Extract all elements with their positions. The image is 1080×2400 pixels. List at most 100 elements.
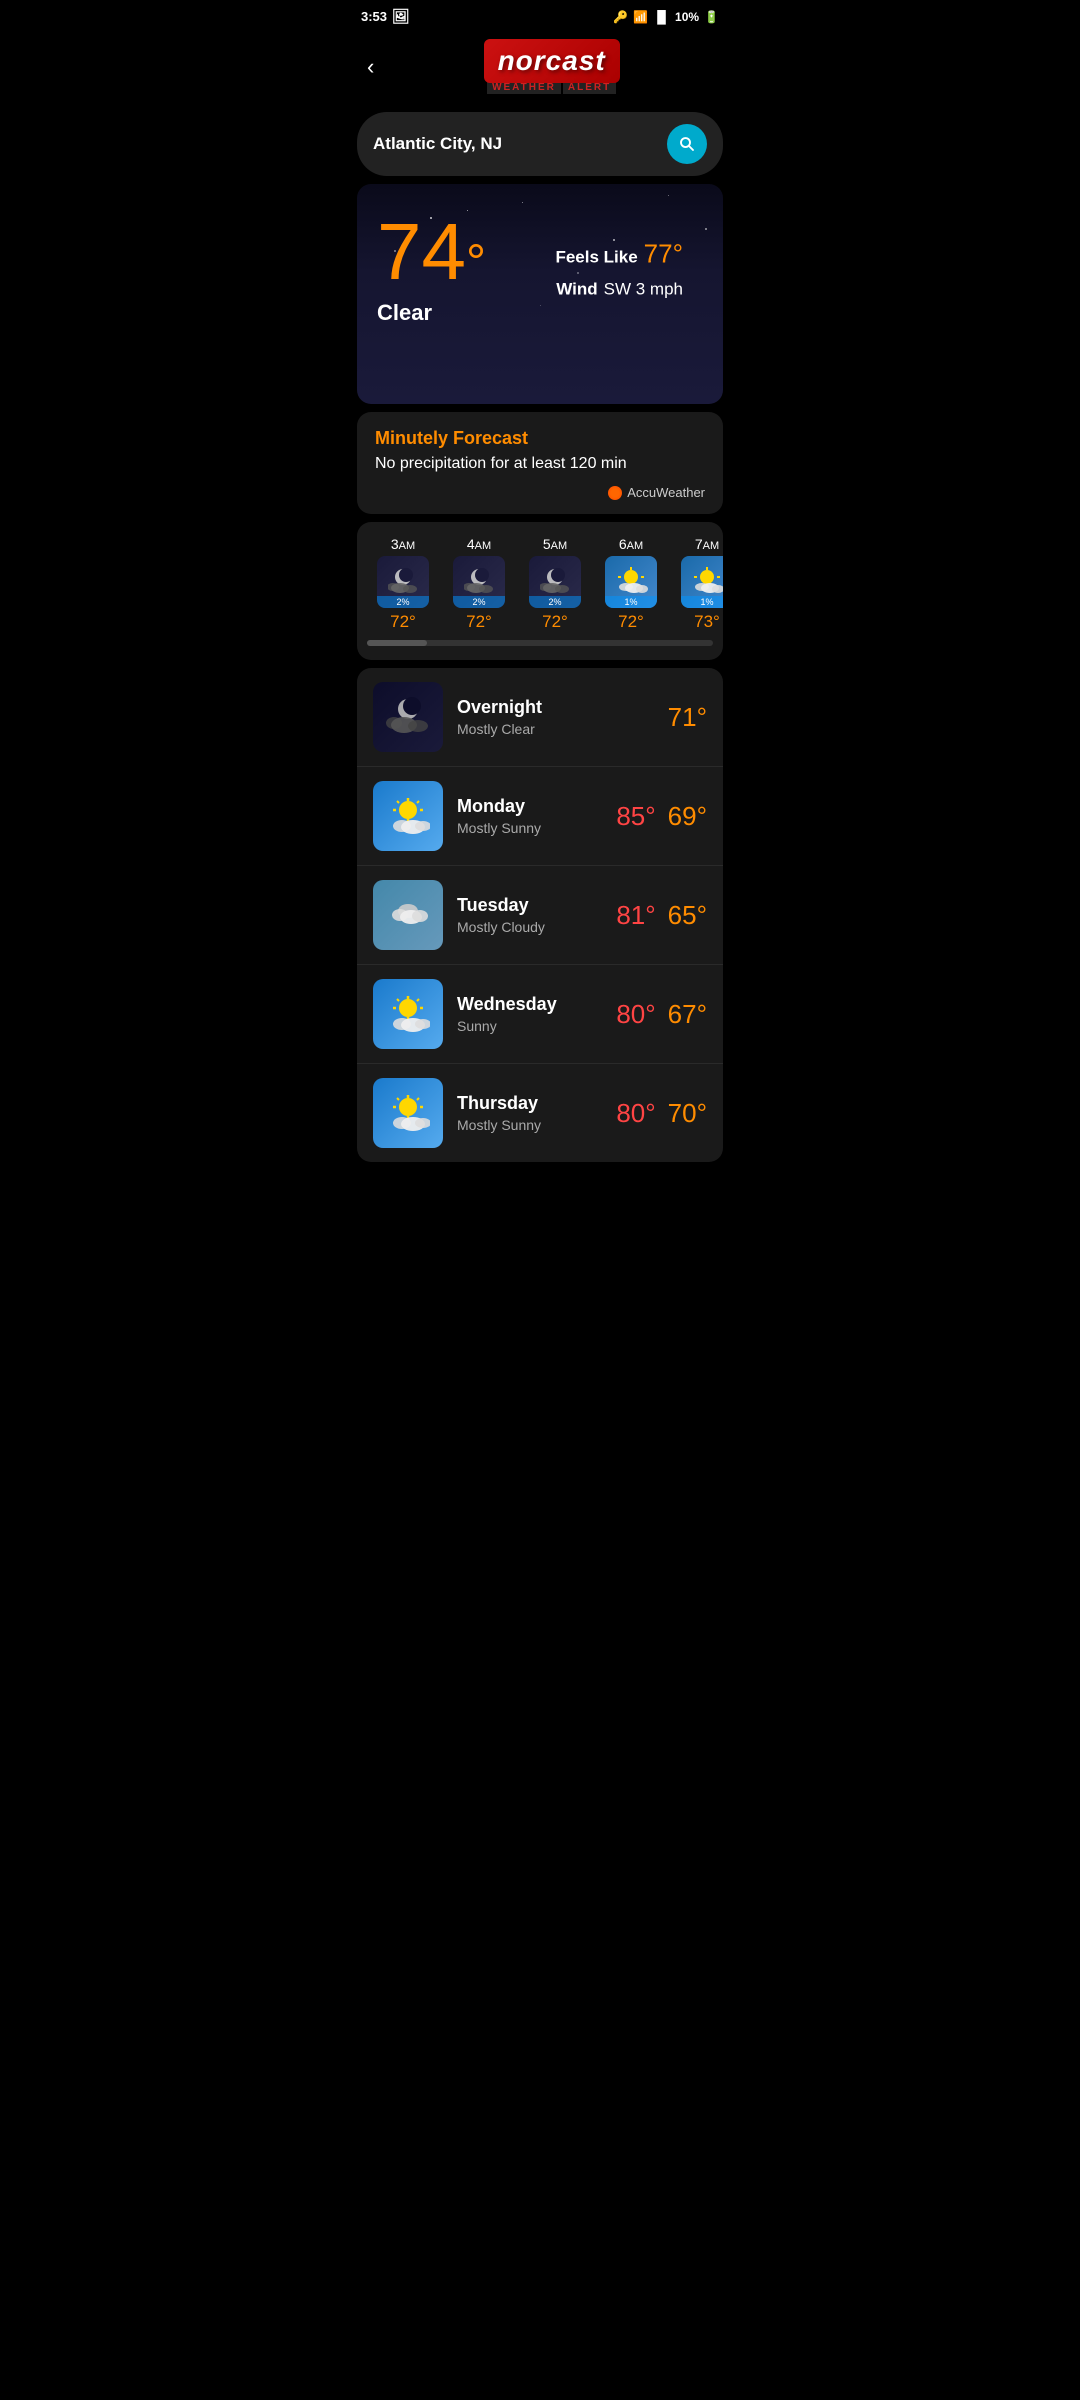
status-time: 3:53 🖼 xyxy=(361,8,410,25)
daily-high: 80° xyxy=(616,1098,655,1129)
hourly-item: 5AM 2% 72° xyxy=(519,536,591,632)
daily-low: 65° xyxy=(668,900,707,931)
current-condition: Clear xyxy=(377,300,486,326)
daily-card: Overnight Mostly Clear 71° Monday Mostly… xyxy=(357,668,723,1162)
daily-low: 71° xyxy=(668,702,707,733)
daily-condition: Mostly Cloudy xyxy=(457,919,602,935)
feels-like-temp: 77° xyxy=(644,239,683,270)
hourly-time: 5AM xyxy=(543,536,567,552)
hourly-temperature: 72° xyxy=(466,612,492,632)
hourly-weather-icon: 2% xyxy=(453,556,505,608)
daily-high: 85° xyxy=(616,801,655,832)
search-bar: Atlantic City, NJ xyxy=(357,112,723,176)
daily-low: 67° xyxy=(668,999,707,1030)
daily-low: 70° xyxy=(668,1098,707,1129)
minutely-title: Minutely Forecast xyxy=(375,428,705,449)
location-display: Atlantic City, NJ xyxy=(373,134,657,154)
hourly-temperature: 73° xyxy=(694,612,720,632)
status-icons: 🔑 📶 ▐▌ 10% 🔋 xyxy=(613,10,719,24)
daily-temps: 71° xyxy=(668,702,707,733)
daily-day-label: Monday xyxy=(457,796,602,817)
daily-item: Thursday Mostly Sunny 80° 70° xyxy=(357,1064,723,1162)
hourly-time: 6AM xyxy=(619,536,643,552)
hourly-weather-icon: 1% xyxy=(681,556,723,608)
precip-percent: 2% xyxy=(453,596,505,608)
logo-text: norcast xyxy=(498,45,606,77)
daily-weather-icon xyxy=(373,979,443,1049)
search-button[interactable] xyxy=(667,124,707,164)
hourly-temperature: 72° xyxy=(618,612,644,632)
daily-temps: 85° 69° xyxy=(616,801,707,832)
logo-container: norcast WEATHER ALERT xyxy=(382,39,721,94)
daily-weather-icon xyxy=(373,1078,443,1148)
daily-low: 69° xyxy=(668,801,707,832)
back-button[interactable]: ‹ xyxy=(359,50,382,84)
daily-info: Tuesday Mostly Cloudy xyxy=(457,895,602,935)
daily-item: Wednesday Sunny 80° 67° xyxy=(357,965,723,1064)
hourly-row: 3AM 2% 72° 4AM 2% 72° 5AM xyxy=(367,536,723,632)
hourly-weather-icon: 2% xyxy=(529,556,581,608)
battery-icon: 🔋 xyxy=(704,10,719,24)
accuweather-label: AccuWeather xyxy=(627,485,705,500)
wind-label: Wind xyxy=(556,280,597,300)
hourly-temperature: 72° xyxy=(390,612,416,632)
minutely-card: Minutely Forecast No precipitation for a… xyxy=(357,412,723,514)
wind-value: SW 3 mph xyxy=(604,280,683,300)
daily-high: 80° xyxy=(616,999,655,1030)
daily-condition: Mostly Sunny xyxy=(457,1117,602,1133)
hourly-card: 3AM 2% 72° 4AM 2% 72° 5AM xyxy=(357,522,723,660)
hourly-time: 7AM xyxy=(695,536,719,552)
precip-percent: 2% xyxy=(377,596,429,608)
daily-day-label: Tuesday xyxy=(457,895,602,916)
weather-hero: 74° Clear Feels Like 77° Wind SW 3 mph xyxy=(357,184,723,404)
daily-day-label: Thursday xyxy=(457,1093,602,1114)
app-header: ‹ norcast WEATHER ALERT xyxy=(345,33,735,104)
feels-like-label: Feels Like xyxy=(555,248,637,268)
daily-temps: 80° 70° xyxy=(616,1098,707,1129)
daily-item: Overnight Mostly Clear 71° xyxy=(357,668,723,767)
key-icon: 🔑 xyxy=(613,10,628,24)
hourly-item: 7AM 1% 73° xyxy=(671,536,723,632)
feels-wind-panel: Feels Like 77° Wind SW 3 mph xyxy=(555,239,683,300)
daily-info: Thursday Mostly Sunny xyxy=(457,1093,602,1133)
minutely-description: No precipitation for at least 120 min xyxy=(375,455,705,473)
daily-condition: Mostly Clear xyxy=(457,721,654,737)
daily-weather-icon xyxy=(373,682,443,752)
hourly-item: 4AM 2% 72° xyxy=(443,536,515,632)
hourly-item: 6AM 1% 72° xyxy=(595,536,667,632)
current-temperature: 74° xyxy=(377,212,486,292)
accuweather-badge: AccuWeather xyxy=(375,485,705,500)
daily-weather-icon xyxy=(373,880,443,950)
scroll-track xyxy=(367,640,713,646)
hourly-time: 3AM xyxy=(391,536,415,552)
daily-item: Tuesday Mostly Cloudy 81° 65° xyxy=(357,866,723,965)
wifi-icon: 📶 xyxy=(633,10,648,24)
status-bar: 3:53 🖼 🔑 📶 ▐▌ 10% 🔋 xyxy=(345,0,735,33)
photo-icon: 🖼 xyxy=(392,8,410,25)
search-icon xyxy=(678,135,696,153)
scroll-thumb xyxy=(367,640,427,646)
precip-percent: 2% xyxy=(529,596,581,608)
hourly-weather-icon: 1% xyxy=(605,556,657,608)
accuweather-icon xyxy=(608,486,622,500)
hourly-time: 4AM xyxy=(467,536,491,552)
hourly-weather-icon: 2% xyxy=(377,556,429,608)
daily-condition: Sunny xyxy=(457,1018,602,1034)
daily-info: Overnight Mostly Clear xyxy=(457,697,654,737)
daily-temps: 81° 65° xyxy=(616,900,707,931)
daily-item: Monday Mostly Sunny 85° 69° xyxy=(357,767,723,866)
daily-condition: Mostly Sunny xyxy=(457,820,602,836)
hourly-scroll[interactable]: 3AM 2% 72° 4AM 2% 72° 5AM xyxy=(357,536,723,632)
precip-percent: 1% xyxy=(681,596,723,608)
daily-temps: 80° 67° xyxy=(616,999,707,1030)
hourly-item: 3AM 2% 72° xyxy=(367,536,439,632)
precip-percent: 1% xyxy=(605,596,657,608)
daily-high: 81° xyxy=(616,900,655,931)
app-logo: norcast xyxy=(484,39,620,83)
signal-icon: ▐▌ xyxy=(653,10,670,24)
daily-info: Monday Mostly Sunny xyxy=(457,796,602,836)
daily-day-label: Overnight xyxy=(457,697,654,718)
daily-info: Wednesday Sunny xyxy=(457,994,602,1034)
daily-weather-icon xyxy=(373,781,443,851)
daily-day-label: Wednesday xyxy=(457,994,602,1015)
